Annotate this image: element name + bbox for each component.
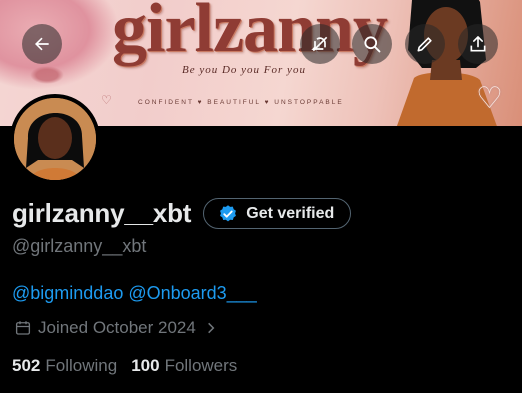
following-count: 502	[12, 356, 41, 375]
joined-date-text: Joined October 2024	[38, 318, 196, 337]
followers-label: Followers	[164, 356, 238, 375]
get-verified-label: Get verified	[246, 204, 335, 222]
search-icon	[364, 36, 381, 53]
edit-profile-button[interactable]	[405, 24, 445, 64]
share-button[interactable]	[458, 24, 498, 64]
banner-tagline: CONFIDENT ♥ BEAUTIFUL ♥ UNSTOPPABLE	[138, 99, 344, 106]
get-verified-button[interactable]: Get verified	[203, 198, 352, 229]
calendar-icon	[15, 321, 31, 335]
back-button[interactable]	[22, 24, 62, 64]
small-heart-decoration: ♡	[101, 93, 112, 107]
mention-link-onboard3[interactable]: @Onboard3___	[128, 283, 256, 303]
chevron-right-icon	[207, 322, 215, 334]
followers-count: 100	[131, 356, 160, 375]
followers-link[interactable]: 100 Followers	[131, 356, 237, 376]
search-button[interactable]	[352, 24, 392, 64]
avatar[interactable]	[10, 94, 100, 184]
pencil-icon	[417, 37, 432, 52]
share-icon	[470, 36, 486, 52]
arrow-left-icon	[35, 37, 49, 51]
bio-mentions: @bigminddao @Onboard3___	[12, 283, 257, 304]
avatar-image	[14, 98, 96, 180]
heart-outline-decoration: ♡	[476, 82, 503, 115]
display-name: girlzanny__xbt	[12, 198, 192, 228]
follow-stats: 502 Following 100 Followers	[12, 356, 251, 376]
following-link[interactable]: 502 Following	[12, 356, 117, 376]
mute-notifications-button[interactable]	[300, 24, 340, 64]
name-row: girlzanny__xbt Get verified	[12, 198, 352, 229]
joined-date-row[interactable]: Joined October 2024	[14, 318, 218, 338]
verified-badge-icon	[220, 204, 237, 221]
following-label: Following	[45, 356, 118, 375]
banner-script-text: Be you Do you For you	[182, 64, 306, 76]
mention-link-bigminddao[interactable]: @bigminddao	[12, 283, 123, 303]
lips-decoration	[30, 66, 64, 84]
profile-handle: @girlzanny__xbt	[12, 236, 147, 256]
banner-brand-text: girlzanny	[112, 0, 388, 67]
bell-off-icon	[311, 36, 328, 52]
